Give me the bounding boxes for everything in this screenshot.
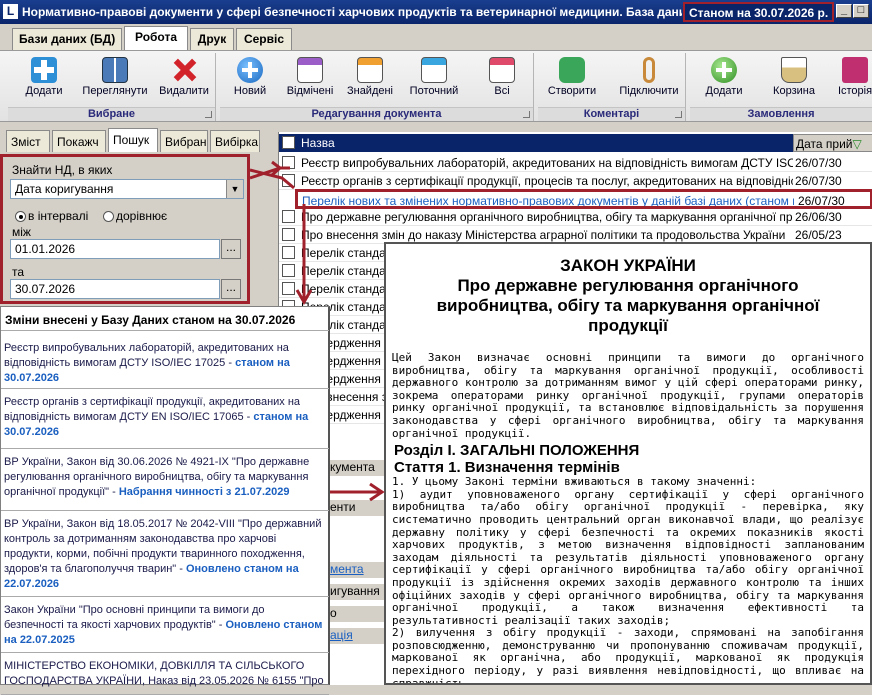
arrow-to-doc bbox=[330, 482, 385, 502]
arrow-to-selected bbox=[249, 168, 295, 190]
annotation-arrows bbox=[249, 160, 385, 502]
arrow-down bbox=[295, 204, 313, 305]
